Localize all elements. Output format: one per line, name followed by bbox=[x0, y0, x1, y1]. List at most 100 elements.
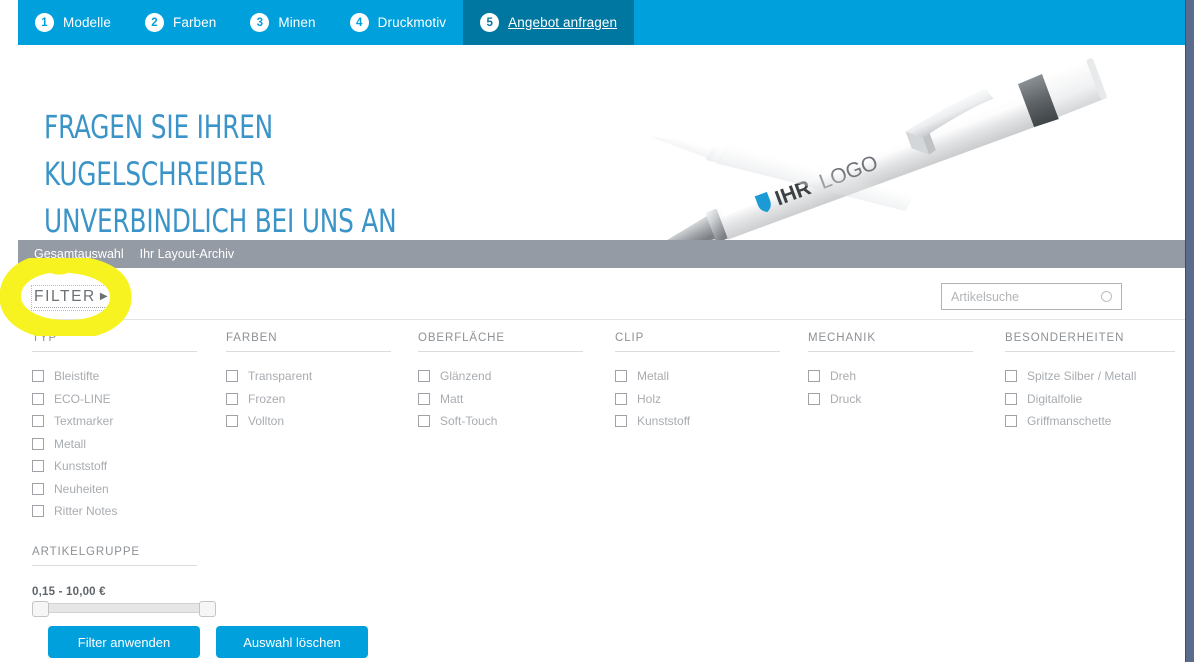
search-input[interactable] bbox=[942, 284, 1094, 309]
filter-column-title: FARBEN bbox=[226, 332, 391, 352]
filter-option-list: Metall Holz Kunststoff bbox=[615, 352, 780, 433]
filter-bar: FILTER ▶ bbox=[18, 268, 1185, 320]
filter-option-label: Holz bbox=[637, 391, 662, 406]
filter-column-title: MECHANIK bbox=[808, 332, 973, 352]
checkbox-icon[interactable] bbox=[32, 482, 44, 495]
filter-column-clip: CLIP Metall Holz Kunststoff bbox=[615, 332, 780, 433]
step-label: Farben bbox=[172, 15, 217, 30]
filter-option[interactable]: Digitalfolie bbox=[1005, 388, 1175, 411]
filter-option[interactable]: Vollton bbox=[226, 410, 391, 433]
step-number-badge: 4 bbox=[349, 13, 369, 32]
checkbox-icon[interactable] bbox=[226, 415, 238, 428]
filter-option-label: Metall bbox=[54, 436, 87, 451]
filter-option[interactable]: Griffmanschette bbox=[1005, 410, 1175, 433]
step-number-badge: 2 bbox=[144, 13, 164, 32]
checkbox-icon[interactable] bbox=[1005, 392, 1017, 405]
checkbox-icon[interactable] bbox=[1005, 370, 1017, 383]
filter-option[interactable]: Bleistifte bbox=[32, 365, 197, 388]
subnav-item-gesamtauswahl[interactable]: Gesamtauswahl bbox=[34, 240, 124, 268]
filter-option-label: Metall bbox=[637, 369, 670, 384]
filter-option[interactable]: Druck bbox=[808, 388, 973, 411]
step-number-badge: 5 bbox=[480, 13, 500, 32]
checkbox-icon[interactable] bbox=[32, 437, 44, 450]
filter-toggle-link[interactable]: FILTER ▶ bbox=[30, 285, 113, 311]
step-number-badge: 3 bbox=[250, 13, 270, 32]
filter-option-label: Kunststoff bbox=[637, 414, 691, 429]
filter-option[interactable]: Ritter Notes bbox=[32, 500, 197, 523]
step-tab-modelle[interactable]: 1 Modelle bbox=[18, 0, 128, 45]
filter-option-label: Druck bbox=[830, 391, 862, 406]
checkbox-icon[interactable] bbox=[32, 370, 44, 383]
caret-right-icon: ▶ bbox=[99, 290, 110, 302]
checkbox-icon[interactable] bbox=[615, 370, 627, 383]
artikelgruppe-section: ARTIKELGRUPPE bbox=[32, 546, 197, 566]
window-edge-scrollbar[interactable] bbox=[1185, 0, 1194, 662]
clear-selection-button[interactable]: Auswahl löschen bbox=[216, 626, 368, 658]
filter-column-besonderheiten: BESONDERHEITEN Spitze Silber / Metall Digi… bbox=[1005, 332, 1175, 433]
filter-column-typ: TYP Bleistifte ECO-LINE Textmarker Metall Kun… bbox=[32, 332, 197, 523]
checkbox-icon[interactable] bbox=[808, 370, 820, 383]
checkbox-icon[interactable] bbox=[226, 370, 238, 383]
checkbox-icon[interactable] bbox=[418, 370, 430, 383]
filter-option[interactable]: Metall bbox=[32, 433, 197, 456]
step-label: Modelle bbox=[63, 15, 111, 30]
filter-option[interactable]: Transparent bbox=[226, 365, 391, 388]
filter-option-label: Ritter Notes bbox=[54, 504, 118, 519]
filter-option[interactable]: Spitze Silber / Metall bbox=[1005, 365, 1175, 388]
step-tab-druckmotiv[interactable]: 4 Druckmotiv bbox=[333, 0, 464, 45]
price-slider-handle-max[interactable] bbox=[199, 601, 216, 617]
filter-option[interactable]: Kunststoff bbox=[32, 455, 197, 478]
filter-option[interactable]: Neuheiten bbox=[32, 478, 197, 501]
step-number-badge: 1 bbox=[35, 13, 54, 32]
filter-option[interactable]: Frozen bbox=[226, 388, 391, 411]
filter-option-list: Bleistifte ECO-LINE Textmarker Metall Kunsts… bbox=[32, 352, 197, 523]
filter-option[interactable]: Metall bbox=[615, 365, 780, 388]
search-icon[interactable] bbox=[1101, 291, 1112, 302]
step-tab-farben[interactable]: 2 Farben bbox=[128, 0, 233, 45]
filter-column-title: CLIP bbox=[615, 332, 780, 352]
checkbox-icon[interactable] bbox=[1005, 415, 1017, 428]
filter-column-title: TYP bbox=[32, 332, 197, 352]
filter-option[interactable]: Glänzend bbox=[418, 365, 583, 388]
checkbox-icon[interactable] bbox=[226, 392, 238, 405]
checkbox-icon[interactable] bbox=[808, 392, 820, 405]
checkbox-icon[interactable] bbox=[418, 392, 430, 405]
filter-option-label: Vollton bbox=[248, 414, 285, 429]
filter-option[interactable]: Textmarker bbox=[32, 410, 197, 433]
filter-option[interactable]: Soft-Touch bbox=[418, 410, 583, 433]
filter-option[interactable]: ECO-LINE bbox=[32, 388, 197, 411]
checkbox-icon[interactable] bbox=[32, 392, 44, 405]
filter-option[interactable]: Kunststoff bbox=[615, 410, 780, 433]
filter-option[interactable]: Matt bbox=[418, 388, 583, 411]
step-label: Angebot anfragen bbox=[508, 15, 618, 30]
price-slider-handle-min[interactable] bbox=[32, 601, 49, 617]
step-tab-angebot-anfragen[interactable]: 5 Angebot anfragen bbox=[463, 0, 635, 45]
search-box[interactable] bbox=[941, 283, 1122, 310]
filter-option-label: Textmarker bbox=[54, 414, 114, 429]
filter-column-mechanik: MECHANIK Dreh Druck bbox=[808, 332, 973, 410]
checkbox-icon[interactable] bbox=[615, 392, 627, 405]
secondary-navigation: Gesamtauswahl Ihr Layout-Archiv bbox=[18, 240, 1185, 268]
step-label: Minen bbox=[278, 15, 316, 30]
checkbox-icon[interactable] bbox=[32, 505, 44, 518]
filter-column-farben: FARBEN Transparent Frozen Vollton bbox=[226, 332, 391, 433]
filter-column-title: OBERFLÄCHE bbox=[418, 332, 583, 352]
filter-option-label: Soft-Touch bbox=[440, 414, 498, 429]
page-root: 1 Modelle 2 Farben 3 Minen 4 Druckmotiv 5 Angebot… bbox=[0, 0, 1194, 662]
checkbox-icon[interactable] bbox=[32, 415, 44, 428]
filter-toggle-label: FILTER bbox=[34, 288, 96, 305]
checkbox-icon[interactable] bbox=[32, 460, 44, 473]
filter-option[interactable]: Holz bbox=[615, 388, 780, 411]
filter-option-label: Transparent bbox=[248, 369, 313, 384]
price-range-slider[interactable] bbox=[32, 601, 216, 617]
step-label: Druckmotiv bbox=[377, 15, 447, 30]
step-tab-minen[interactable]: 3 Minen bbox=[233, 0, 332, 45]
checkbox-icon[interactable] bbox=[615, 415, 627, 428]
checkbox-icon[interactable] bbox=[418, 415, 430, 428]
filter-option-label: Frozen bbox=[248, 391, 286, 406]
filter-option[interactable]: Dreh bbox=[808, 365, 973, 388]
page-title: FRAGEN SIE IHREN KUGELSCHREIBER UNVERBIN… bbox=[44, 108, 397, 240]
apply-filter-button[interactable]: Filter anwenden bbox=[48, 626, 200, 658]
subnav-item-ihr-layout-archiv[interactable]: Ihr Layout-Archiv bbox=[140, 240, 234, 268]
filter-option-label: Spitze Silber / Metall bbox=[1027, 369, 1137, 384]
